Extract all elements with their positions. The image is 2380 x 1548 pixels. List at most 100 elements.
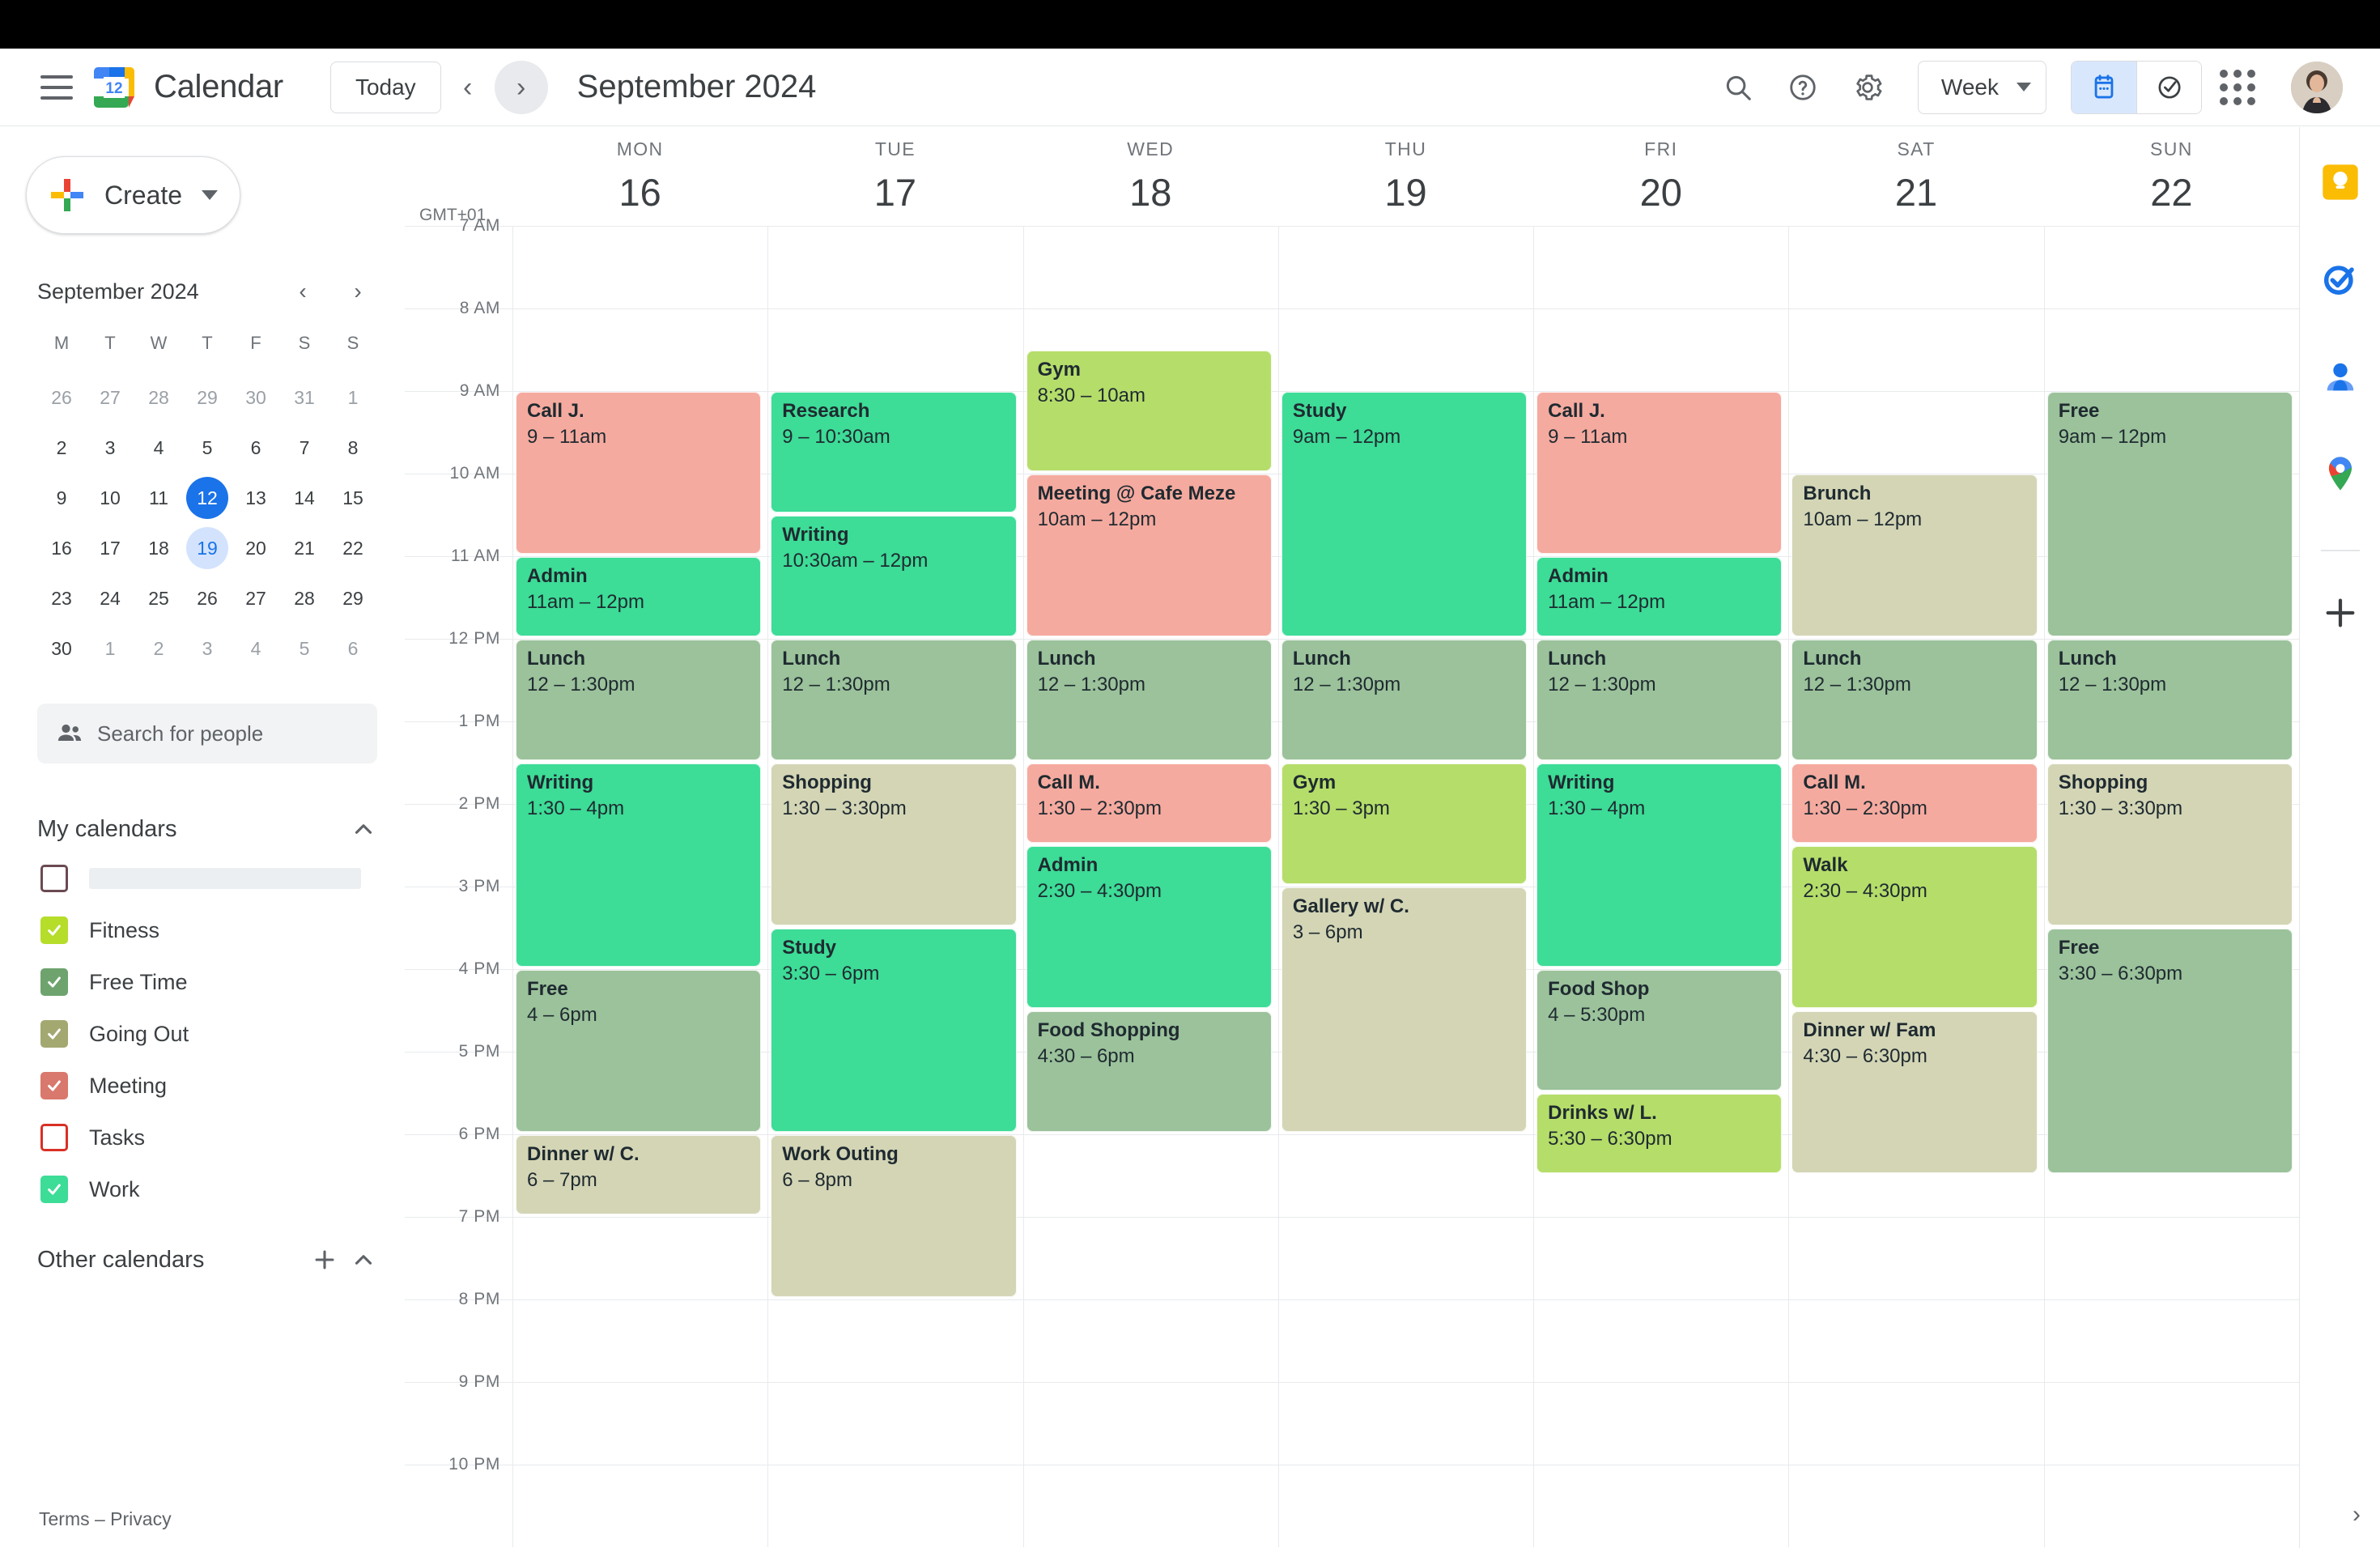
calendar-row-hidden[interactable]	[37, 853, 377, 904]
mini-day-28[interactable]: 28	[280, 576, 329, 621]
mini-day-16[interactable]: 16	[37, 525, 86, 571]
calendar-event[interactable]: Call M. 1:30 – 2:30pm	[1791, 763, 2038, 843]
mini-day-24[interactable]: 24	[86, 576, 134, 621]
calendar-event[interactable]: Call J. 9 – 11am	[516, 392, 762, 554]
calendar-event[interactable]: Study 3:30 – 6pm	[771, 929, 1017, 1132]
calendar-event[interactable]: Writing 1:30 – 4pm	[1536, 763, 1783, 967]
chevron-up-icon[interactable]	[350, 815, 377, 843]
calendar-row-tasks[interactable]: Tasks	[37, 1112, 377, 1163]
mini-day-3[interactable]: 3	[86, 425, 134, 470]
day-header-wed[interactable]: WED 18	[1023, 138, 1278, 215]
add-panel-button[interactable]	[2311, 584, 2369, 642]
mini-day-28[interactable]: 28	[134, 375, 183, 420]
calendar-checkbox[interactable]	[40, 1176, 68, 1203]
mini-day-18[interactable]: 18	[134, 525, 183, 571]
day-header-sun[interactable]: SUN 22	[2044, 138, 2299, 215]
calendar-event[interactable]: Call M. 1:30 – 2:30pm	[1026, 763, 1272, 843]
day-header-sat[interactable]: SAT 21	[1788, 138, 2043, 215]
calendar-event[interactable]: Walk 2:30 – 4:30pm	[1791, 846, 2038, 1008]
calendar-event[interactable]: Lunch 12 – 1:30pm	[1281, 640, 1528, 760]
prev-week-button[interactable]: ‹	[441, 61, 495, 114]
calendar-event[interactable]: Lunch 12 – 1:30pm	[1026, 640, 1272, 760]
calendar-event[interactable]: Gallery w/ C. 3 – 6pm	[1281, 887, 1528, 1132]
mini-day-26[interactable]: 26	[183, 576, 232, 621]
calendar-event[interactable]: Lunch 12 – 1:30pm	[771, 640, 1017, 760]
day-header-fri[interactable]: FRI 20	[1533, 138, 1788, 215]
mini-day-12[interactable]: 12	[183, 475, 232, 521]
search-button[interactable]	[1709, 58, 1767, 117]
mini-day-21[interactable]: 21	[280, 525, 329, 571]
mini-day-1[interactable]: 1	[86, 626, 134, 671]
calendar-event[interactable]: Research 9 – 10:30am	[771, 392, 1017, 512]
calendar-row-work[interactable]: Work	[37, 1163, 377, 1215]
calendar-event[interactable]: Gym 1:30 – 3pm	[1281, 763, 1528, 884]
mini-day-4[interactable]: 4	[232, 626, 280, 671]
calendar-event[interactable]: Lunch 12 – 1:30pm	[2046, 640, 2293, 760]
mini-day-5[interactable]: 5	[183, 425, 232, 470]
calendar-event[interactable]: Meeting @ Cafe Meze 10am – 12pm	[1026, 474, 1272, 636]
calendar-event[interactable]: Admin 11am – 12pm	[1536, 557, 1783, 636]
calendar-checkbox[interactable]	[40, 968, 68, 996]
mini-day-8[interactable]: 8	[329, 425, 377, 470]
main-menu-icon[interactable]	[40, 74, 73, 100]
mini-day-23[interactable]: 23	[37, 576, 86, 621]
mini-day-13[interactable]: 13	[232, 475, 280, 521]
mini-day-17[interactable]: 17	[86, 525, 134, 571]
mini-day-1[interactable]: 1	[329, 375, 377, 420]
calendar-event[interactable]: Writing 1:30 – 4pm	[516, 763, 762, 967]
calendar-event[interactable]: Food Shop 4 – 5:30pm	[1536, 970, 1783, 1091]
maps-button[interactable]	[2311, 444, 2369, 503]
mini-day-10[interactable]: 10	[86, 475, 134, 521]
mini-day-9[interactable]: 9	[37, 475, 86, 521]
keep-button[interactable]	[2311, 153, 2369, 211]
day-header-thu[interactable]: THU 19	[1278, 138, 1533, 215]
calendar-event[interactable]: Free 9am – 12pm	[2046, 392, 2293, 636]
calendar-row-going-out[interactable]: Going Out	[37, 1008, 377, 1060]
mini-next-month-button[interactable]: ›	[338, 272, 377, 311]
calendar-event[interactable]: Call J. 9 – 11am	[1536, 392, 1783, 554]
day-header-mon[interactable]: MON 16	[512, 138, 767, 215]
calendar-event[interactable]: Brunch 10am – 12pm	[1791, 474, 2038, 636]
calendar-event[interactable]: Free 4 – 6pm	[516, 970, 762, 1132]
calendar-checkbox[interactable]	[40, 865, 68, 892]
mini-day-7[interactable]: 7	[280, 425, 329, 470]
calendar-row-meeting[interactable]: Meeting	[37, 1060, 377, 1112]
calendar-checkbox[interactable]	[40, 916, 68, 944]
calendar-row-free-time[interactable]: Free Time	[37, 956, 377, 1008]
mini-day-31[interactable]: 31	[280, 375, 329, 420]
mini-day-27[interactable]: 27	[232, 576, 280, 621]
terms-privacy-link[interactable]: Terms – Privacy	[39, 1508, 172, 1530]
mini-day-6[interactable]: 6	[232, 425, 280, 470]
mini-day-29[interactable]: 29	[183, 375, 232, 420]
mini-day-3[interactable]: 3	[183, 626, 232, 671]
other-calendars-header[interactable]: Other calendars	[37, 1236, 377, 1283]
add-other-calendar-icon[interactable]	[311, 1246, 338, 1274]
mini-day-30[interactable]: 30	[37, 626, 86, 671]
calendar-checkbox[interactable]	[40, 1124, 68, 1151]
calendar-event[interactable]: Dinner w/ Fam 4:30 – 6:30pm	[1791, 1011, 2038, 1173]
mini-day-15[interactable]: 15	[329, 475, 377, 521]
calendar-event[interactable]: Free 3:30 – 6:30pm	[2046, 929, 2293, 1173]
next-week-button[interactable]: ›	[494, 60, 548, 114]
search-people-input[interactable]: Search for people	[37, 704, 377, 763]
chevron-up-icon[interactable]	[350, 1246, 377, 1274]
calendar-event[interactable]: Admin 2:30 – 4:30pm	[1026, 846, 1272, 1008]
expand-panel-button[interactable]: ›	[2352, 1501, 2361, 1529]
calendar-event[interactable]: Shopping 1:30 – 3:30pm	[2046, 763, 2293, 925]
calendar-event[interactable]: Work Outing 6 – 8pm	[771, 1135, 1017, 1297]
day-header-tue[interactable]: TUE 17	[767, 138, 1022, 215]
mini-day-6[interactable]: 6	[329, 626, 377, 671]
mini-day-11[interactable]: 11	[134, 475, 183, 521]
calendar-event[interactable]: Food Shopping 4:30 – 6pm	[1026, 1011, 1272, 1132]
calendar-checkbox[interactable]	[40, 1020, 68, 1048]
mini-prev-month-button[interactable]: ‹	[283, 272, 322, 311]
calendar-event[interactable]: Lunch 12 – 1:30pm	[1536, 640, 1783, 760]
view-select[interactable]: Week	[1917, 60, 2046, 114]
google-apps-button[interactable]	[2208, 58, 2267, 117]
mini-day-22[interactable]: 22	[329, 525, 377, 571]
mini-day-26[interactable]: 26	[37, 375, 86, 420]
today-button[interactable]: Today	[329, 61, 441, 113]
calendar-event[interactable]: Writing 10:30am – 12pm	[771, 516, 1017, 636]
create-button[interactable]: Create	[26, 156, 240, 234]
mini-day-27[interactable]: 27	[86, 375, 134, 420]
